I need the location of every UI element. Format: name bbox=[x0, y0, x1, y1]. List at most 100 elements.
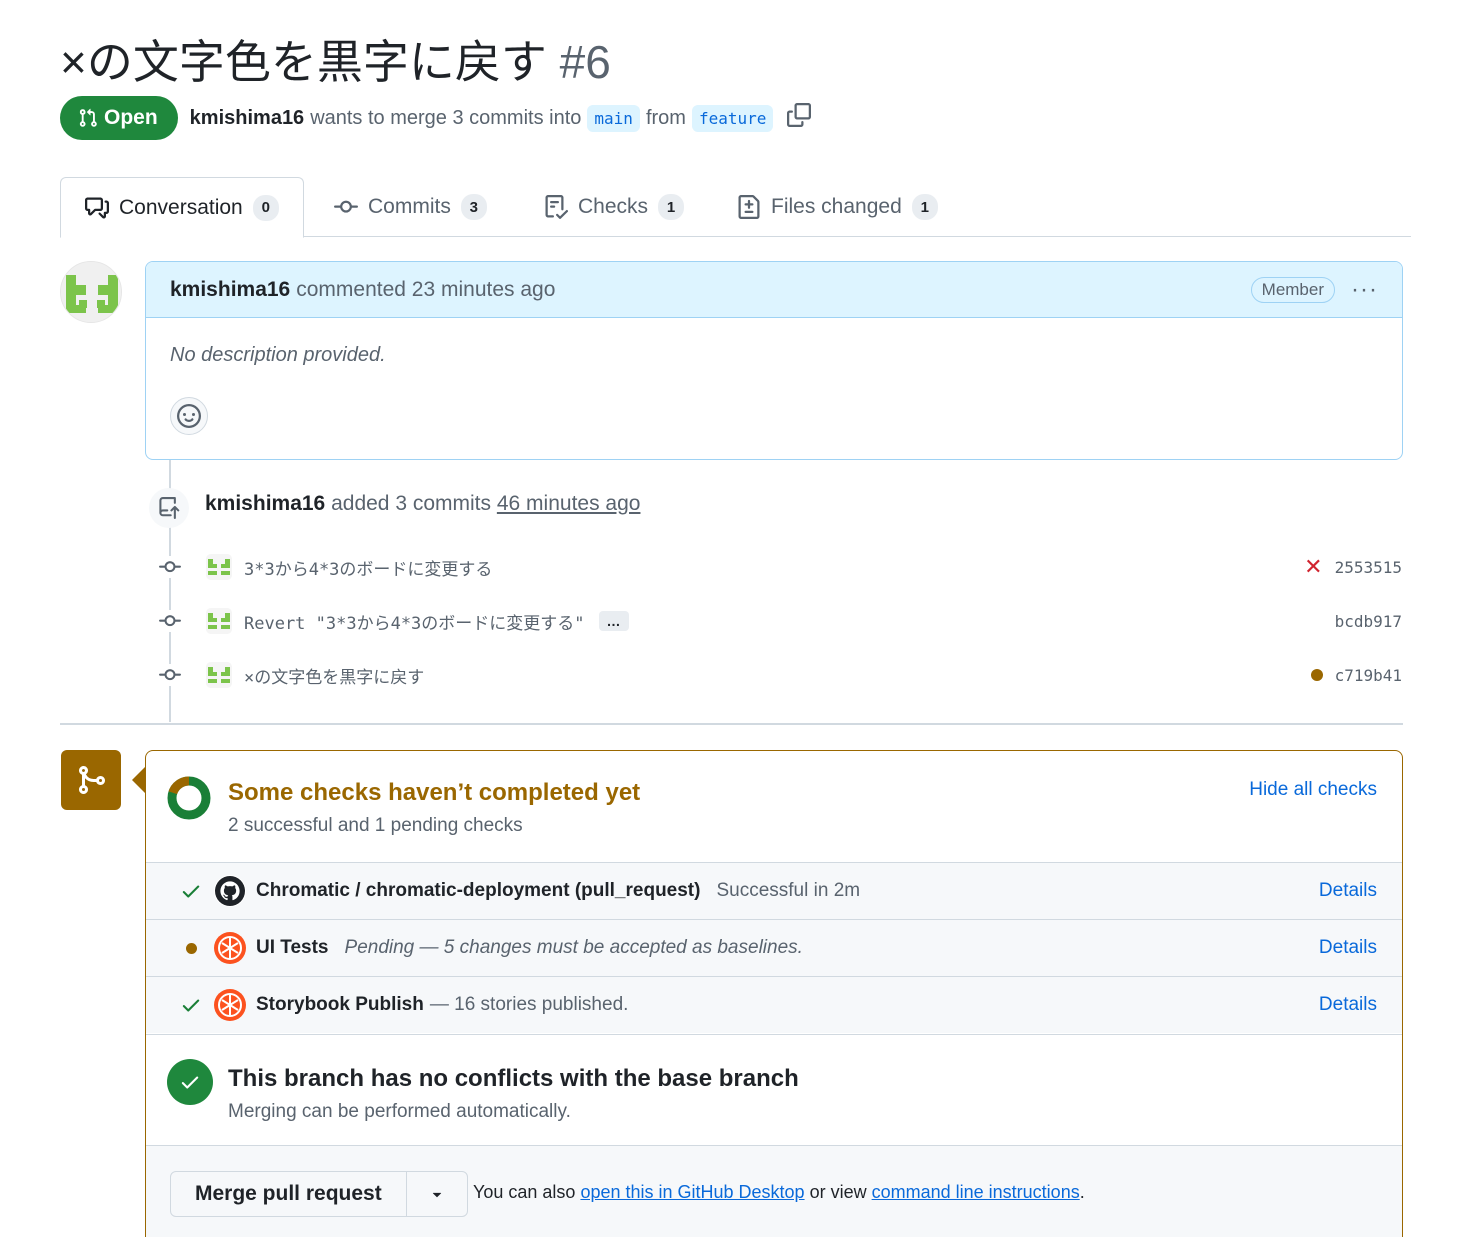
check-name: Chromatic / chromatic-deployment (pull_r… bbox=[256, 880, 701, 901]
tab-conversation-label: Conversation bbox=[119, 195, 243, 219]
git-commit-icon bbox=[150, 664, 190, 686]
chromatic-logo-icon bbox=[214, 932, 246, 964]
no-conflicts-subtitle: Merging can be performed automatically. bbox=[228, 1101, 571, 1122]
help-suffix: . bbox=[1079, 1182, 1085, 1202]
git-commit-icon bbox=[150, 556, 190, 578]
merge-method-dropdown-button[interactable] bbox=[407, 1172, 467, 1216]
git-commit-icon bbox=[150, 610, 190, 632]
command-line-instructions-link[interactable]: command line instructions bbox=[872, 1182, 1080, 1202]
head-branch[interactable]: feature bbox=[691, 104, 774, 132]
github-mark-icon bbox=[214, 875, 246, 907]
checks-summary-text: 2 successful and 1 pending checks bbox=[228, 815, 523, 836]
copy-icon[interactable] bbox=[787, 103, 812, 133]
merge-box: Some checks haven’t completed yet 2 succ… bbox=[145, 750, 1403, 1237]
commit-message[interactable]: 3*3から4*3のボードに変更する bbox=[244, 555, 492, 580]
commits-added-event: kmishima16 added 3 commits 46 minutes ag… bbox=[205, 492, 640, 516]
repo-push-icon bbox=[149, 488, 189, 528]
add-reaction-button[interactable] bbox=[170, 397, 208, 435]
check-description: — 16 stories published. bbox=[429, 994, 629, 1015]
git-merge-icon bbox=[61, 750, 121, 810]
comment-header: kmishima16 commented 23 minutes ago Memb… bbox=[146, 262, 1402, 318]
from-text: from bbox=[645, 106, 686, 129]
tab-checks[interactable]: Checks 1 bbox=[544, 177, 685, 237]
commit-author-avatar[interactable] bbox=[206, 554, 232, 580]
commit-row: Revert "3*3から4*3のボードに変更する" … bcdb917 bbox=[150, 606, 1402, 636]
commit-row: 3*3から4*3のボードに変更する ✕ 2553515 bbox=[150, 552, 1402, 582]
commit-sha[interactable]: c719b41 bbox=[1335, 666, 1402, 685]
timeline-divider bbox=[60, 723, 1403, 725]
merge-pull-request-button[interactable]: Merge pull request bbox=[171, 1172, 407, 1216]
help-mid: or view bbox=[809, 1182, 867, 1202]
check-success-icon bbox=[180, 994, 202, 1016]
commit-author-avatar[interactable] bbox=[206, 608, 232, 634]
hide-all-checks-link[interactable]: Hide all checks bbox=[1249, 779, 1377, 801]
checks-title: Some checks haven’t completed yet bbox=[228, 779, 641, 806]
comment-author[interactable]: kmishima16 bbox=[170, 278, 290, 302]
identicon-avatar bbox=[61, 262, 121, 322]
check-circle-icon bbox=[167, 1059, 213, 1105]
check-details-link[interactable]: Details bbox=[1319, 880, 1377, 902]
check-pending-icon bbox=[180, 942, 202, 954]
check-name: UI Tests bbox=[256, 937, 329, 958]
commit-sha[interactable]: bcdb917 bbox=[1335, 612, 1402, 631]
tab-commits-count: 3 bbox=[460, 194, 487, 220]
smiley-icon bbox=[177, 404, 201, 428]
tab-conversation[interactable]: Conversation 0 bbox=[60, 177, 304, 238]
event-author[interactable]: kmishima16 bbox=[205, 492, 325, 515]
check-row: UI Tests Pending — 5 changes must be acc… bbox=[146, 919, 1402, 976]
kebab-menu-icon[interactable]: ··· bbox=[1351, 276, 1378, 304]
commit-message[interactable]: Revert "3*3から4*3のボードに変更する" bbox=[244, 609, 585, 634]
merge-footer: Merge pull request You can also open thi… bbox=[146, 1145, 1402, 1237]
check-success-icon bbox=[180, 880, 202, 902]
check-description: Successful in 2m bbox=[716, 880, 861, 901]
open-github-desktop-link[interactable]: open this in GitHub Desktop bbox=[580, 1182, 804, 1202]
commit-message[interactable]: ×の文字色を黒字に戻す bbox=[244, 663, 424, 688]
commit-meta: bcdb917 bbox=[1335, 612, 1402, 631]
merge-summary: kmishima16 wants to merge 3 commits into… bbox=[190, 103, 812, 133]
comment-timestamp: commented 23 minutes ago bbox=[296, 277, 556, 301]
commit-sha[interactable]: 2553515 bbox=[1335, 558, 1402, 577]
pr-number: #6 bbox=[559, 36, 611, 88]
check-description: Pending — 5 changes must be accepted as … bbox=[344, 937, 803, 958]
merge-help-text: You can also open this in GitHub Desktop… bbox=[473, 1182, 1085, 1203]
check-row: Chromatic / chromatic-deployment (pull_r… bbox=[146, 862, 1402, 919]
check-row: Storybook Publish — 16 stories published… bbox=[146, 976, 1402, 1033]
chromatic-logo-icon bbox=[214, 989, 246, 1021]
check-details-link[interactable]: Details bbox=[1319, 937, 1377, 959]
tab-commits-label: Commits bbox=[368, 195, 451, 218]
member-badge: Member bbox=[1250, 276, 1336, 303]
check-details-link[interactable]: Details bbox=[1319, 994, 1377, 1016]
base-branch[interactable]: main bbox=[587, 104, 640, 132]
commit-meta: ✕ 2553515 bbox=[1304, 554, 1402, 580]
pr-author-link[interactable]: kmishima16 bbox=[190, 107, 305, 130]
checks-summary: Some checks haven’t completed yet 2 succ… bbox=[146, 751, 1402, 862]
pr-title-text: ×の文字色を黒字に戻す bbox=[60, 36, 547, 88]
status-badge: Open bbox=[60, 96, 178, 140]
no-conflicts-section: This branch has no conflicts with the ba… bbox=[146, 1034, 1402, 1145]
event-timestamp[interactable]: 46 minutes ago bbox=[497, 492, 641, 515]
help-prefix: You can also bbox=[473, 1182, 576, 1202]
tab-conversation-count: 0 bbox=[252, 194, 279, 221]
event-action: added 3 commits bbox=[331, 492, 492, 515]
git-pull-request-icon bbox=[79, 108, 97, 127]
expand-commit-message-button[interactable]: … bbox=[598, 611, 629, 631]
comment-discussion-icon bbox=[85, 197, 109, 218]
comment-body: No description provided. bbox=[170, 344, 386, 366]
tab-checks-count: 1 bbox=[658, 194, 685, 220]
x-icon[interactable]: ✕ bbox=[1304, 554, 1322, 580]
avatar[interactable] bbox=[60, 261, 122, 323]
tab-commits[interactable]: Commits 3 bbox=[334, 177, 487, 237]
pending-dot-icon[interactable] bbox=[1310, 669, 1323, 681]
merge-button-group: Merge pull request bbox=[170, 1171, 468, 1217]
check-name: Storybook Publish bbox=[256, 994, 424, 1015]
tab-files-changed-label: Files changed bbox=[771, 195, 902, 218]
checks-progress-donut-icon bbox=[167, 776, 211, 820]
file-diff-icon bbox=[738, 195, 760, 219]
pr-description-comment: kmishima16 commented 23 minutes ago Memb… bbox=[145, 261, 1403, 460]
merge-box-pointer bbox=[132, 766, 146, 794]
tab-files-changed-count: 1 bbox=[911, 194, 938, 220]
no-conflicts-title: This branch has no conflicts with the ba… bbox=[228, 1065, 799, 1092]
tab-files-changed[interactable]: Files changed 1 bbox=[737, 177, 938, 237]
pr-meta: Open kmishima16 wants to merge 3 commits… bbox=[60, 96, 812, 140]
commit-author-avatar[interactable] bbox=[206, 662, 232, 688]
